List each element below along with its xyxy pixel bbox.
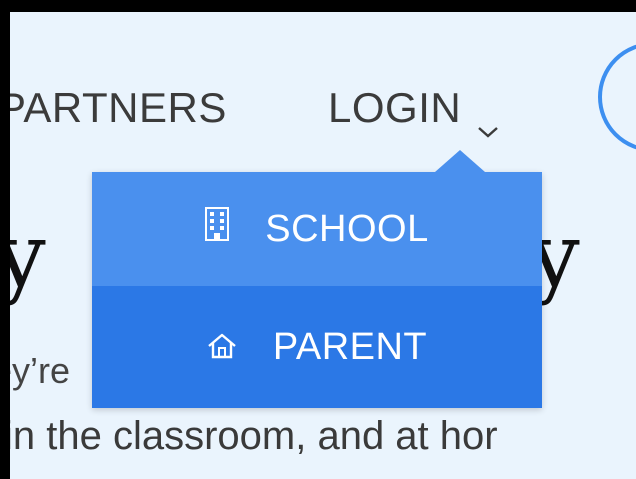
cta-circle-button[interactable] <box>598 42 636 152</box>
menu-item-parent[interactable]: PARENT <box>92 286 542 408</box>
login-dropdown-menu: SCHOOL PARENT <box>92 150 542 408</box>
menu-item-parent-label: PARENT <box>272 325 428 368</box>
hero-subtext-line1: ey’re <box>10 350 71 391</box>
hero-headline-fragment-left: y <box>10 204 46 307</box>
menu-item-school[interactable]: SCHOOL <box>92 172 542 286</box>
building-icon <box>205 207 230 251</box>
page-viewport: PARTNERS LOGIN y y ey’re in the classroo… <box>10 12 636 479</box>
nav-login-label: LOGIN <box>328 84 462 131</box>
chevron-down-icon <box>477 101 499 138</box>
nav-login-menu[interactable]: LOGIN <box>328 84 499 138</box>
menu-item-school-label: SCHOOL <box>265 207 429 250</box>
dropdown-pointer-arrow <box>435 150 485 172</box>
home-icon <box>207 326 237 369</box>
nav-partners-link[interactable]: PARTNERS <box>10 84 227 132</box>
hero-subtext-line2: in the classroom, and at hor <box>10 414 498 458</box>
